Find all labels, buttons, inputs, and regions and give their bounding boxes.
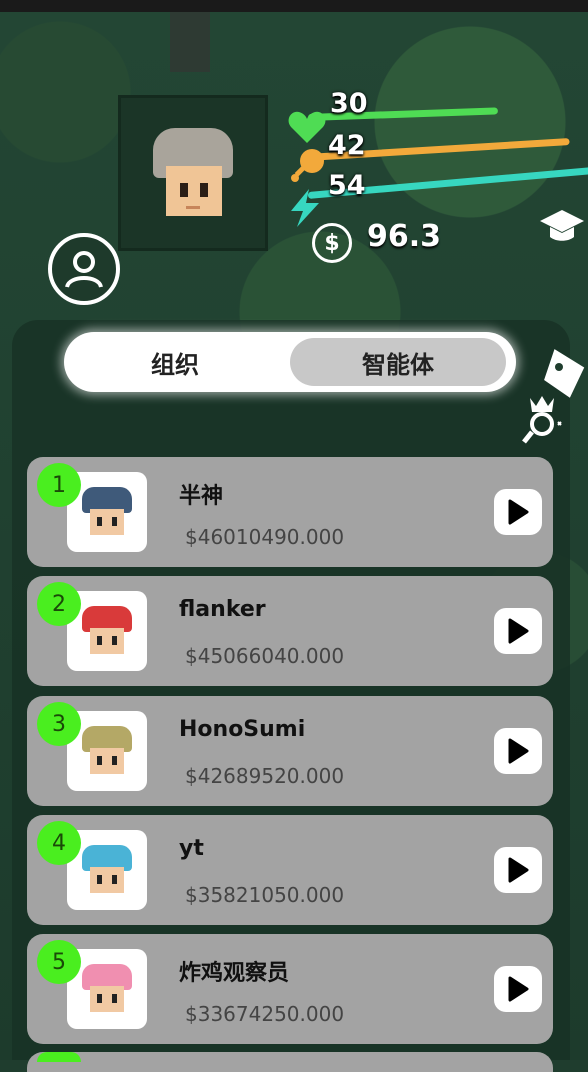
money-value: 96.3: [367, 219, 442, 254]
pixel-avatar-icon: [82, 726, 132, 776]
agent-money: $42689520.000: [185, 764, 345, 788]
agent-money: $35821050.000: [185, 883, 345, 907]
play-icon: [508, 738, 529, 764]
agent-name: 炸鸡观察员: [179, 961, 290, 986]
play-icon: [508, 618, 529, 644]
play-icon: [508, 857, 529, 883]
list-item[interactable]: 5 炸鸡观察员 $33674250.000: [27, 934, 553, 1044]
health-value: 30: [330, 88, 368, 119]
play-button[interactable]: [494, 847, 542, 893]
list-item[interactable]: 1 半神 $46010490.000: [27, 457, 553, 567]
pixel-avatar-icon: [82, 487, 132, 537]
list-item[interactable]: 3 HonoSumi $42689520.000: [27, 696, 553, 806]
pixel-avatar-icon: [82, 606, 132, 656]
rank-badge: 1: [37, 463, 81, 507]
tab-switch: 组织 智能体: [64, 332, 516, 392]
player-portrait[interactable]: [118, 95, 268, 251]
energy-value: 54: [328, 170, 366, 201]
play-icon: [508, 499, 529, 525]
rank-badge: 2: [37, 582, 81, 626]
graduation-cap-icon[interactable]: [538, 206, 586, 246]
pixel-avatar-icon: [82, 845, 132, 895]
tab-agent[interactable]: 智能体: [290, 338, 506, 386]
agent-money: $46010490.000: [185, 525, 345, 549]
coin-icon: $: [312, 223, 352, 263]
list-item[interactable]: 2 flanker $45066040.000: [27, 576, 553, 686]
tree-trunk: [170, 12, 210, 72]
rank-badge: 4: [37, 821, 81, 865]
top-bar: [0, 0, 588, 12]
crown-search-icon[interactable]: [518, 392, 568, 446]
rank-badge-partial: [37, 1052, 81, 1062]
rank-badge: 5: [37, 940, 81, 984]
play-button[interactable]: [494, 966, 542, 1012]
player-face-icon: [148, 128, 238, 218]
list-item-partial: [27, 1052, 553, 1072]
play-button[interactable]: [494, 608, 542, 654]
drumstick-icon: [287, 146, 327, 186]
play-button[interactable]: [494, 489, 542, 535]
agent-name: 半神: [179, 484, 224, 509]
tab-organization[interactable]: 组织: [70, 338, 280, 386]
lightning-icon: [287, 188, 323, 228]
pixel-avatar-icon: [82, 964, 132, 1014]
profile-button[interactable]: [48, 233, 120, 305]
agent-money: $45066040.000: [185, 644, 345, 668]
heart-icon: [287, 108, 327, 146]
agent-name: yt: [179, 836, 204, 861]
food-value: 42: [328, 130, 366, 161]
agent-name: HonoSumi: [179, 717, 306, 742]
play-button[interactable]: [494, 728, 542, 774]
list-item[interactable]: 4 yt $35821050.000: [27, 815, 553, 925]
agent-name: flanker: [179, 597, 266, 622]
user-icon: [65, 251, 103, 288]
rank-badge: 3: [37, 702, 81, 746]
play-icon: [508, 976, 529, 1002]
agent-money: $33674250.000: [185, 1002, 345, 1026]
